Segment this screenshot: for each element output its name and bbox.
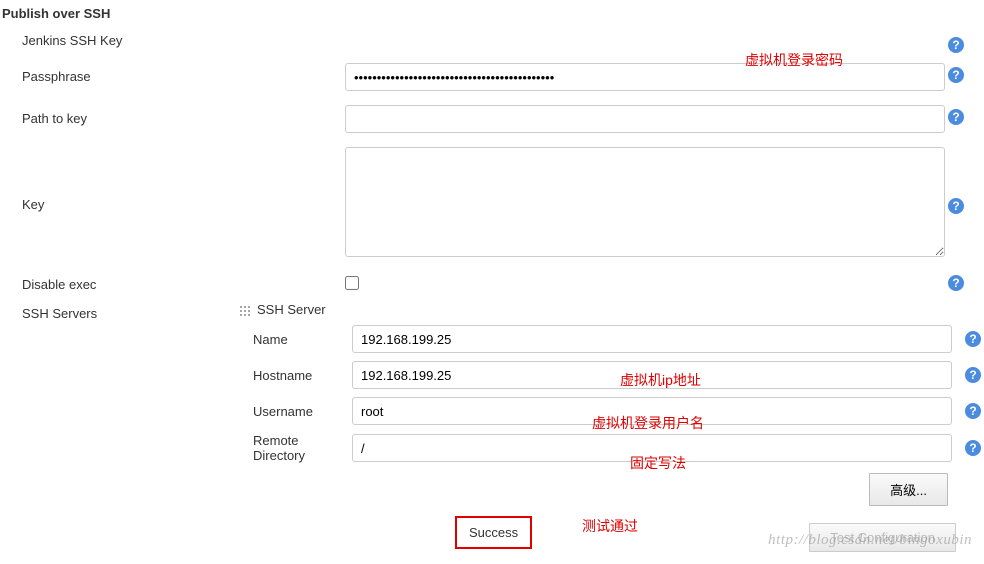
- server-name-input[interactable]: [352, 325, 952, 353]
- section-title: Publish over SSH: [0, 0, 984, 26]
- server-name-label: Name: [239, 332, 352, 347]
- key-textarea[interactable]: [345, 147, 945, 257]
- server-username-input[interactable]: [352, 397, 952, 425]
- disable-exec-checkbox[interactable]: [345, 276, 359, 290]
- success-status: Success: [455, 516, 532, 549]
- help-icon[interactable]: ?: [948, 198, 964, 214]
- help-icon[interactable]: ?: [948, 37, 964, 53]
- drag-handle-icon[interactable]: [239, 305, 251, 317]
- help-icon[interactable]: ?: [948, 275, 964, 291]
- server-hostname-label: Hostname: [239, 368, 352, 383]
- help-icon[interactable]: ?: [948, 67, 964, 83]
- help-icon[interactable]: ?: [948, 109, 964, 125]
- advanced-button[interactable]: 高级...: [869, 473, 948, 506]
- annotation-pass: 测试通过: [582, 516, 638, 536]
- passphrase-input[interactable]: [345, 63, 945, 91]
- disable-exec-label: Disable exec: [0, 267, 345, 292]
- help-icon[interactable]: ?: [965, 403, 981, 419]
- path-to-key-label: Path to key: [0, 101, 345, 126]
- server-remote-dir-label: Remote Directory: [239, 433, 352, 463]
- key-label: Key: [0, 193, 345, 212]
- help-icon[interactable]: ?: [965, 440, 981, 456]
- server-username-label: Username: [239, 404, 352, 419]
- server-hostname-input[interactable]: [352, 361, 952, 389]
- jenkins-ssh-key-label: Jenkins SSH Key: [0, 29, 345, 48]
- help-icon[interactable]: ?: [965, 367, 981, 383]
- ssh-servers-label: SSH Servers: [0, 300, 239, 321]
- passphrase-label: Passphrase: [0, 59, 345, 84]
- server-remote-dir-input[interactable]: [352, 434, 952, 462]
- ssh-server-header: SSH Server: [257, 302, 326, 317]
- help-icon[interactable]: ?: [965, 331, 981, 347]
- path-to-key-input[interactable]: [345, 105, 945, 133]
- watermark: http://blog.csdn.net/bingoxubin: [768, 532, 972, 549]
